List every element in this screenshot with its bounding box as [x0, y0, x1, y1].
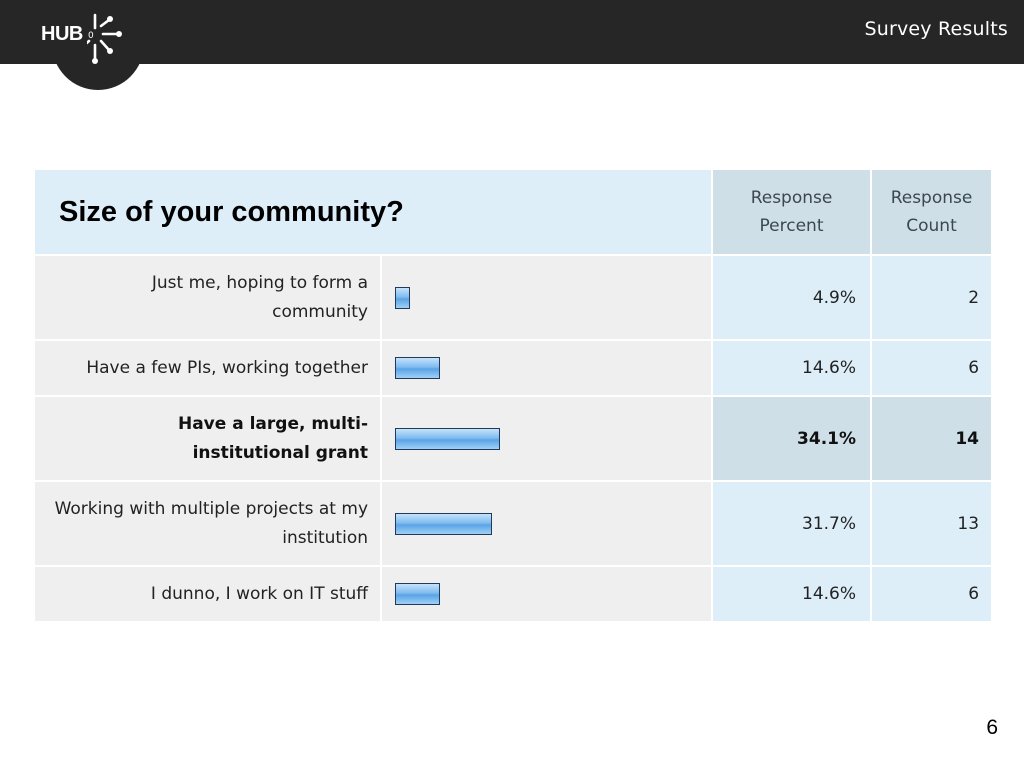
- answer-count: 2: [870, 254, 994, 341]
- answer-label: Just me, hoping to form a community: [33, 254, 382, 341]
- answer-bar-cell: [379, 339, 714, 397]
- question-header: Size of your community?: [32, 168, 714, 256]
- page-number: 6: [986, 716, 998, 739]
- response-percent-header: Response Percent: [711, 168, 873, 256]
- answer-label: I dunno, I work on IT stuff: [33, 565, 382, 623]
- response-percent-header-line2: Percent: [759, 216, 824, 236]
- response-percent-header-line1: Response: [750, 188, 833, 208]
- question-title: Size of your community?: [59, 195, 404, 228]
- svg-text:0: 0: [88, 31, 94, 41]
- response-bar: [395, 286, 410, 309]
- answer-count: 14: [870, 395, 994, 482]
- answer-bar-cell: [379, 480, 714, 567]
- answer-bar-cell: [379, 565, 714, 623]
- answer-row: Have a large, multi-institutional grant …: [33, 395, 994, 482]
- answer-percent: 31.7%: [711, 480, 873, 567]
- response-count-header-line1: Response: [890, 188, 973, 208]
- response-bar: [395, 512, 492, 535]
- answer-count: 6: [870, 565, 994, 623]
- logo-text: HUB: [41, 23, 83, 45]
- hub-logo-icon: 0: [87, 13, 122, 64]
- response-bar: [395, 357, 440, 379]
- response-bar: [395, 583, 440, 605]
- answer-label: Have a large, multi-institutional grant: [33, 395, 382, 482]
- answer-row: I dunno, I work on IT stuff 14.6% 6: [33, 565, 994, 623]
- answer-bar-cell: [379, 395, 714, 482]
- answer-label: Have a few PIs, working together: [33, 339, 382, 397]
- answer-percent: 14.6%: [711, 339, 873, 397]
- answer-percent: 14.6%: [711, 565, 873, 623]
- answer-count: 6: [870, 339, 994, 397]
- answer-row: Have a few PIs, working together 14.6% 6: [33, 339, 994, 397]
- page-title: Survey Results: [864, 18, 1008, 40]
- answer-label: Working with multiple projects at my ins…: [33, 480, 382, 567]
- survey-results-table: Size of your community? Response Percent…: [32, 168, 994, 623]
- answer-row: Working with multiple projects at my ins…: [33, 480, 994, 567]
- response-bar: [395, 427, 500, 450]
- answer-row: Just me, hoping to form a community 4.9%…: [33, 254, 994, 341]
- response-count-header-line2: Count: [906, 216, 957, 236]
- answer-count: 13: [870, 480, 994, 567]
- table-header-row: Size of your community? Response Percent…: [32, 168, 994, 256]
- answer-percent: 4.9%: [711, 254, 873, 341]
- answer-bar-cell: [379, 254, 714, 341]
- response-count-header: Response Count: [870, 168, 994, 256]
- answer-percent: 34.1%: [711, 395, 873, 482]
